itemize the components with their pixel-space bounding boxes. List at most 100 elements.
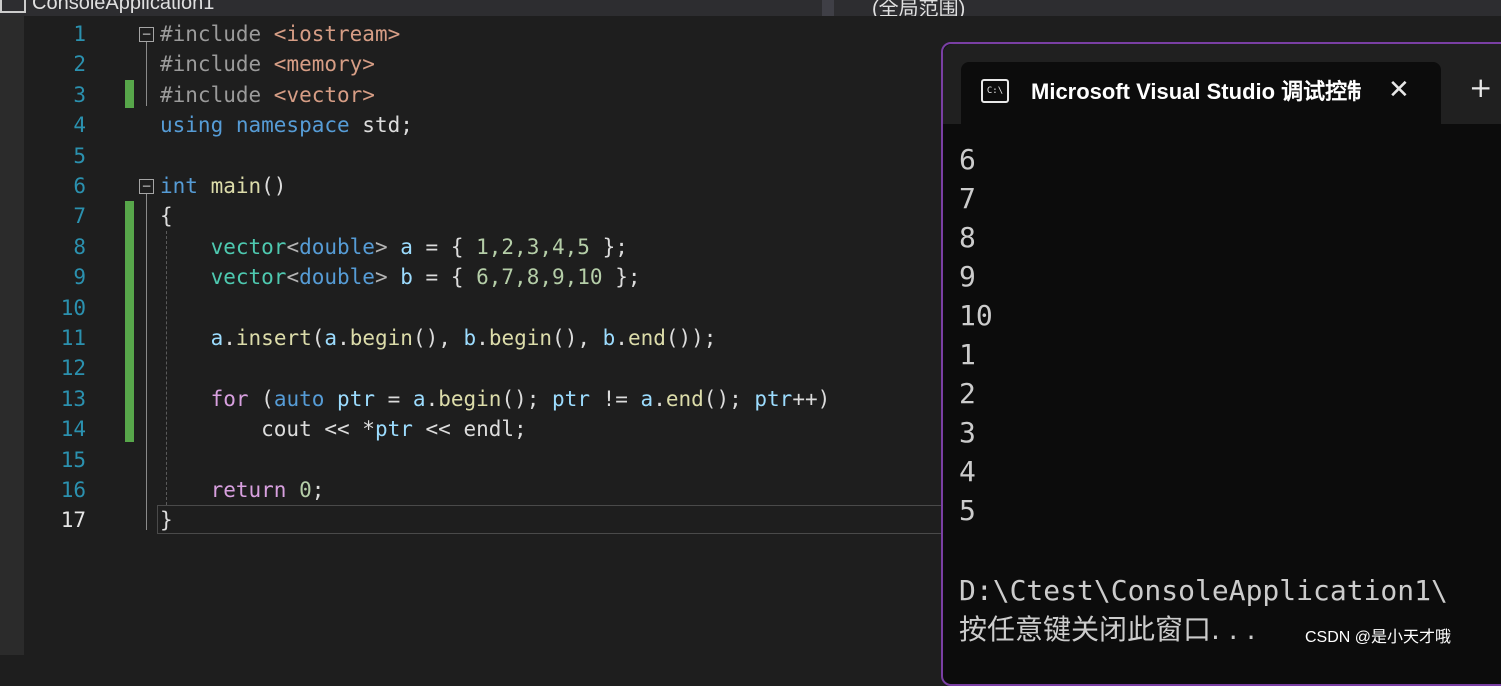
line-number: 15 — [60, 447, 86, 472]
code-token: using namespace — [160, 113, 363, 138]
code-token: } — [160, 508, 173, 533]
code-line[interactable]: 15 — [24, 445, 944, 475]
code-token: std; — [362, 113, 413, 138]
code-text: { — [160, 201, 173, 231]
code-token: . — [223, 326, 236, 350]
console-output-line: 8 — [959, 221, 976, 254]
code-token: a — [400, 234, 413, 259]
project-icon — [0, 0, 26, 13]
collapse-icon[interactable]: − — [139, 179, 154, 194]
code-token: end — [627, 326, 666, 350]
code-text: cout << *ptr << endl; — [160, 414, 527, 444]
code-token: ( — [311, 326, 325, 350]
code-line[interactable]: 2 #include <memory> — [24, 49, 944, 79]
code-text: a.insert(a.begin(), b.begin(), b.end()); — [160, 323, 717, 353]
indent-guide — [166, 231, 167, 505]
code-token: (), — [412, 326, 464, 350]
code-token: for — [210, 386, 249, 411]
code-token: != — [589, 386, 641, 411]
code-token: double — [299, 234, 375, 259]
watermark: CSDN @是小天才哦 — [1305, 629, 1452, 646]
debug-console-window[interactable]: C:\ Microsoft Visual Studio 调试控制台 ✕ + 6 7… — [941, 42, 1501, 686]
code-token: > — [374, 234, 401, 259]
code-token: vector — [210, 265, 287, 290]
code-line[interactable]: 7{ — [24, 201, 944, 231]
code-token: }; — [589, 234, 628, 259]
code-token: begin — [438, 386, 502, 411]
code-token: #include — [160, 52, 274, 77]
code-token: b — [602, 326, 616, 350]
code-line[interactable]: 14 cout << *ptr << endl; — [24, 414, 944, 444]
code-token: ptr — [754, 386, 793, 411]
console-output-line: 9 — [959, 260, 976, 293]
close-icon[interactable]: ✕ — [1388, 74, 1410, 106]
console-output-line: 5 — [959, 494, 976, 527]
console-path-line: D:\Ctest\ConsoleApplication1\ — [959, 574, 1448, 607]
code-token: begin — [349, 326, 413, 350]
code-line[interactable]: 5 — [24, 141, 944, 171]
line-number: 3 — [73, 82, 86, 107]
document-tab[interactable]: ConsoleApplication1 — [0, 0, 214, 15]
code-token: ( — [248, 386, 274, 411]
code-token: b — [400, 265, 413, 290]
code-line[interactable]: 17} — [24, 505, 944, 535]
change-indicator — [125, 201, 134, 442]
code-token: }; — [602, 265, 641, 290]
line-number: 10 — [60, 295, 86, 320]
line-number: 2 — [73, 52, 86, 77]
code-line[interactable]: 9 vector<double> b = { 6,7,8,9,10 }; — [24, 262, 944, 292]
code-line[interactable]: 10 — [24, 293, 944, 323]
console-title: Microsoft Visual Studio 调试控制台 — [1031, 79, 1361, 104]
outline-guide — [146, 194, 147, 530]
code-editor[interactable]: 1 #include <iostream> 2 #include <memory> 3 #… — [24, 16, 949, 655]
console-output-line: 2 — [959, 377, 976, 410]
code-line[interactable]: 13 for (auto ptr = a.begin(); ptr != a.e… — [24, 384, 944, 414]
code-token: auto — [273, 386, 325, 411]
code-token: { — [160, 204, 173, 229]
code-token: ptr — [337, 386, 375, 411]
line-number: 7 — [73, 204, 86, 229]
code-token: <iostream> — [273, 22, 401, 46]
code-text: #include <iostream> — [160, 19, 400, 49]
code-token: ptr — [374, 417, 413, 442]
code-line[interactable]: 6 int main() — [24, 171, 944, 201]
code-token: main — [210, 174, 262, 198]
new-tab-icon[interactable]: + — [1469, 72, 1492, 104]
code-token: (); — [501, 386, 553, 411]
code-text: using namespace std; — [160, 110, 413, 140]
code-line[interactable]: 11 a.insert(a.begin(), b.begin(), b.end(… — [24, 323, 944, 353]
code-line[interactable]: 3 #include <vector> — [24, 80, 944, 110]
code-line[interactable]: 1 #include <iostream> — [24, 19, 944, 49]
console-output-line: 10 — [959, 299, 993, 332]
line-number: 14 — [60, 417, 86, 442]
line-number: 1 — [73, 22, 86, 46]
console-tab[interactable]: C:\ Microsoft Visual Studio 调试控制台 ✕ — [961, 62, 1441, 124]
code-line[interactable]: 12 — [24, 353, 944, 383]
code-token: = { — [412, 234, 477, 259]
tab-separator — [822, 0, 834, 16]
code-token: #include — [160, 82, 274, 107]
scope-dropdown[interactable]: (全局范围) — [872, 0, 965, 16]
code-token: end — [665, 386, 704, 411]
collapse-icon[interactable]: − — [139, 27, 154, 42]
code-text: #include <vector> — [160, 80, 375, 110]
code-token: a — [412, 386, 426, 411]
code-token: int — [160, 174, 211, 198]
code-token: . — [653, 386, 666, 411]
code-token: a — [210, 326, 224, 350]
code-token: . — [476, 326, 489, 350]
code-token: () — [261, 174, 287, 198]
console-output-line: 3 — [959, 416, 976, 449]
code-text: vector<double> a = { 1,2,3,4,5 }; — [160, 232, 628, 262]
code-line[interactable]: 8 vector<double> a = { 1,2,3,4,5 }; — [24, 232, 944, 262]
code-token: (), — [552, 326, 603, 350]
code-line[interactable]: 4 using namespace std; — [24, 110, 944, 140]
code-line[interactable]: 16 return 0; — [24, 475, 944, 505]
console-output-line: 7 — [959, 182, 976, 215]
code-token: = { — [412, 265, 477, 290]
code-token: 0 — [299, 478, 312, 502]
code-token: ()); — [665, 326, 717, 350]
code-token: double — [299, 265, 375, 290]
